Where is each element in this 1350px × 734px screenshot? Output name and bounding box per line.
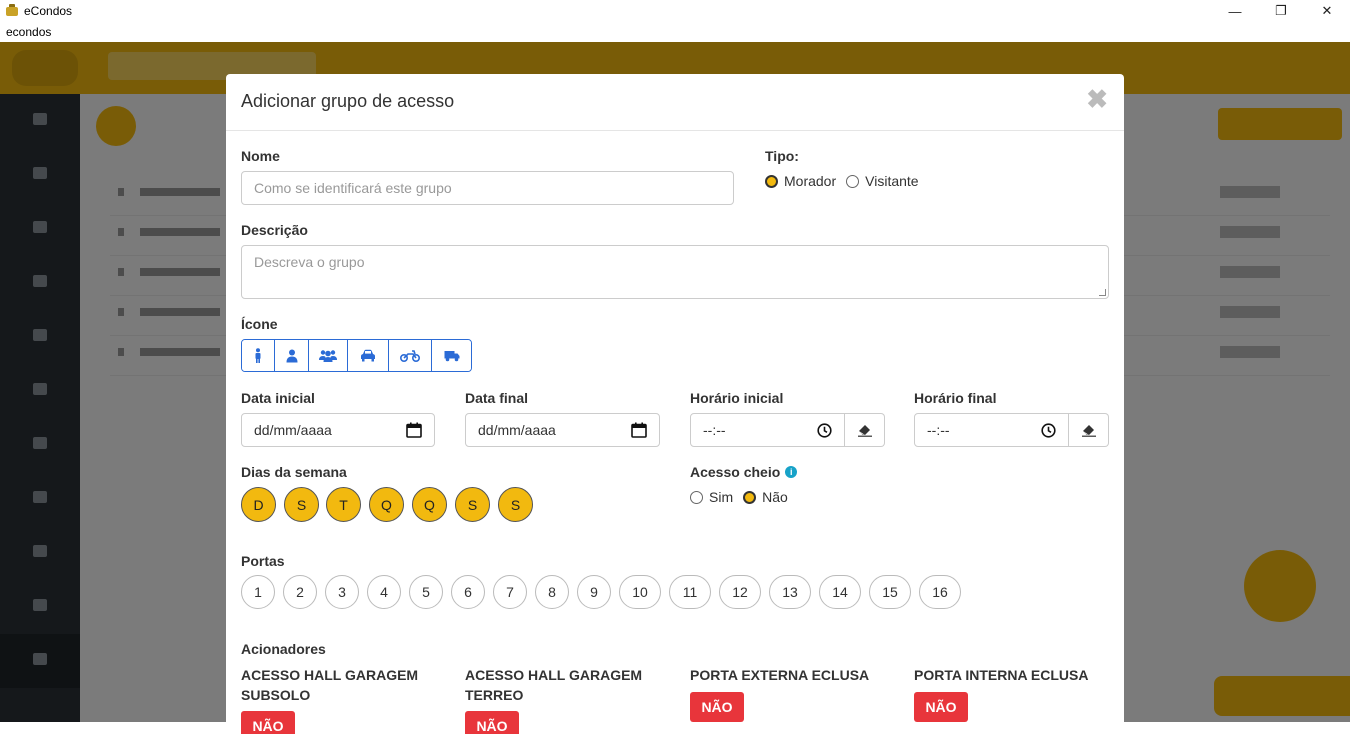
weekday-saturday[interactable]: S [498,487,533,522]
add-access-group-modal: Adicionar grupo de acesso ✖ Nome Como se… [226,74,1124,734]
door-button[interactable]: 11 [669,575,711,609]
calendar-icon[interactable] [406,422,422,438]
start-time-value: --:-- [703,422,726,438]
car-icon[interactable] [348,340,389,371]
clear-start-time-button[interactable] [845,413,885,447]
weekday-wednesday[interactable]: Q [369,487,404,522]
modal-header: Adicionar grupo de acesso ✖ [226,74,1124,131]
door-button[interactable]: 2 [283,575,317,609]
door-button[interactable]: 7 [493,575,527,609]
calendar-icon[interactable] [631,422,647,438]
radio-checked[interactable] [743,490,757,504]
full-access-option-yes[interactable]: Sim [690,489,733,505]
actuator-name: PORTA EXTERNA ECLUSA [690,667,870,683]
user-icon[interactable] [275,340,309,371]
actuator-toggle-button[interactable]: NÃO [241,711,295,734]
door-button[interactable]: 9 [577,575,611,609]
door-button[interactable]: 10 [619,575,661,609]
end-time-input[interactable]: --:-- [914,413,1069,447]
name-input[interactable]: Como se identificará este grupo [241,171,734,205]
clock-icon[interactable] [817,422,832,438]
actuator-name: ACESSO HALL GARAGEM TERREO [465,667,643,703]
description-textarea[interactable]: Descreva o grupo [241,245,1109,299]
eraser-icon [857,425,872,437]
close-window-icon[interactable]: ✕ [1304,0,1350,22]
door-button[interactable]: 12 [719,575,761,609]
type-option-visitor[interactable]: Visitante [846,173,919,189]
door-button[interactable]: 15 [869,575,911,609]
door-button[interactable]: 1 [241,575,275,609]
clear-end-time-button[interactable] [1069,413,1109,447]
radio-checked[interactable] [765,174,778,188]
full-access-option-label: Sim [709,489,734,505]
description-label: Descrição [241,222,308,238]
door-button[interactable]: 8 [535,575,569,609]
full-access-option-label: Não [762,489,788,505]
weekday-thursday[interactable]: Q [412,487,447,522]
maximize-icon[interactable]: ❐ [1258,0,1304,22]
doors-label: Portas [241,553,285,569]
actuator-toggle-button[interactable]: NÃO [465,711,519,734]
full-access-label-wrap: Acesso cheio i [690,464,798,480]
full-access-radio-group: Sim Não [690,489,798,505]
radio-unchecked[interactable] [846,174,860,188]
door-button[interactable]: 4 [367,575,401,609]
full-access-label: Acesso cheio [690,464,781,480]
type-radio-group: Morador Visitante [765,173,929,189]
icon-label: Ícone [241,316,278,332]
modal-title: Adicionar grupo de acesso [241,91,455,111]
name-label: Nome [241,148,280,164]
users-icon[interactable] [309,340,348,371]
end-date-value: dd/mm/aaaa [478,422,556,438]
actuator-toggle-button[interactable]: NÃO [914,692,968,722]
type-option-label: Visitante [865,173,919,189]
motorcycle-icon[interactable] [389,340,432,371]
weekday-friday[interactable]: S [455,487,490,522]
type-option-resident[interactable]: Morador [765,173,836,189]
start-date-value: dd/mm/aaaa [254,422,332,438]
truck-icon[interactable] [432,340,471,371]
end-date-label: Data final [465,390,529,406]
actuators-label: Acionadores [241,641,326,657]
weekday-sunday[interactable]: D [241,487,276,522]
eraser-icon [1081,425,1096,437]
weekdays-label: Dias da semana [241,464,347,480]
weekday-tuesday[interactable]: T [326,487,361,522]
actuator-name: PORTA INTERNA ECLUSA [914,667,1089,683]
door-button[interactable]: 16 [919,575,961,609]
door-button[interactable]: 3 [325,575,359,609]
window-controls: — ❐ ✕ [1212,0,1350,22]
actuator-name: ACESSO HALL GARAGEM SUBSOLO [241,667,419,703]
window-titlebar: eCondos — ❐ ✕ [0,0,1350,22]
end-time-label: Horário final [914,390,997,406]
weekday-monday[interactable]: S [284,487,319,522]
door-button[interactable]: 13 [769,575,811,609]
start-date-label: Data inicial [241,390,315,406]
radio-unchecked[interactable] [690,490,703,504]
clock-icon[interactable] [1041,422,1056,438]
minimize-icon[interactable]: — [1212,0,1258,22]
app-icon [6,3,18,16]
start-date-input[interactable]: dd/mm/aaaa [241,413,435,447]
door-button[interactable]: 6 [451,575,485,609]
start-time-group: --:-- [690,413,885,447]
icon-button-group [241,339,472,372]
menu-bar: econdos [0,22,1350,42]
door-button[interactable]: 5 [409,575,443,609]
close-icon[interactable]: ✖ [1086,86,1108,112]
start-time-label: Horário inicial [690,390,784,406]
window-title: eCondos [24,4,73,18]
actuator-toggle-button[interactable]: NÃO [690,692,744,722]
end-time-group: --:-- [914,413,1109,447]
type-label: Tipo: [765,148,799,164]
full-access-option-no[interactable]: Não [743,489,788,505]
info-icon[interactable]: i [785,466,798,478]
person-icon[interactable] [242,340,275,371]
type-option-label: Morador [784,173,837,189]
end-time-value: --:-- [927,422,950,438]
end-date-input[interactable]: dd/mm/aaaa [465,413,660,447]
start-time-input[interactable]: --:-- [690,413,845,447]
door-button[interactable]: 14 [819,575,861,609]
